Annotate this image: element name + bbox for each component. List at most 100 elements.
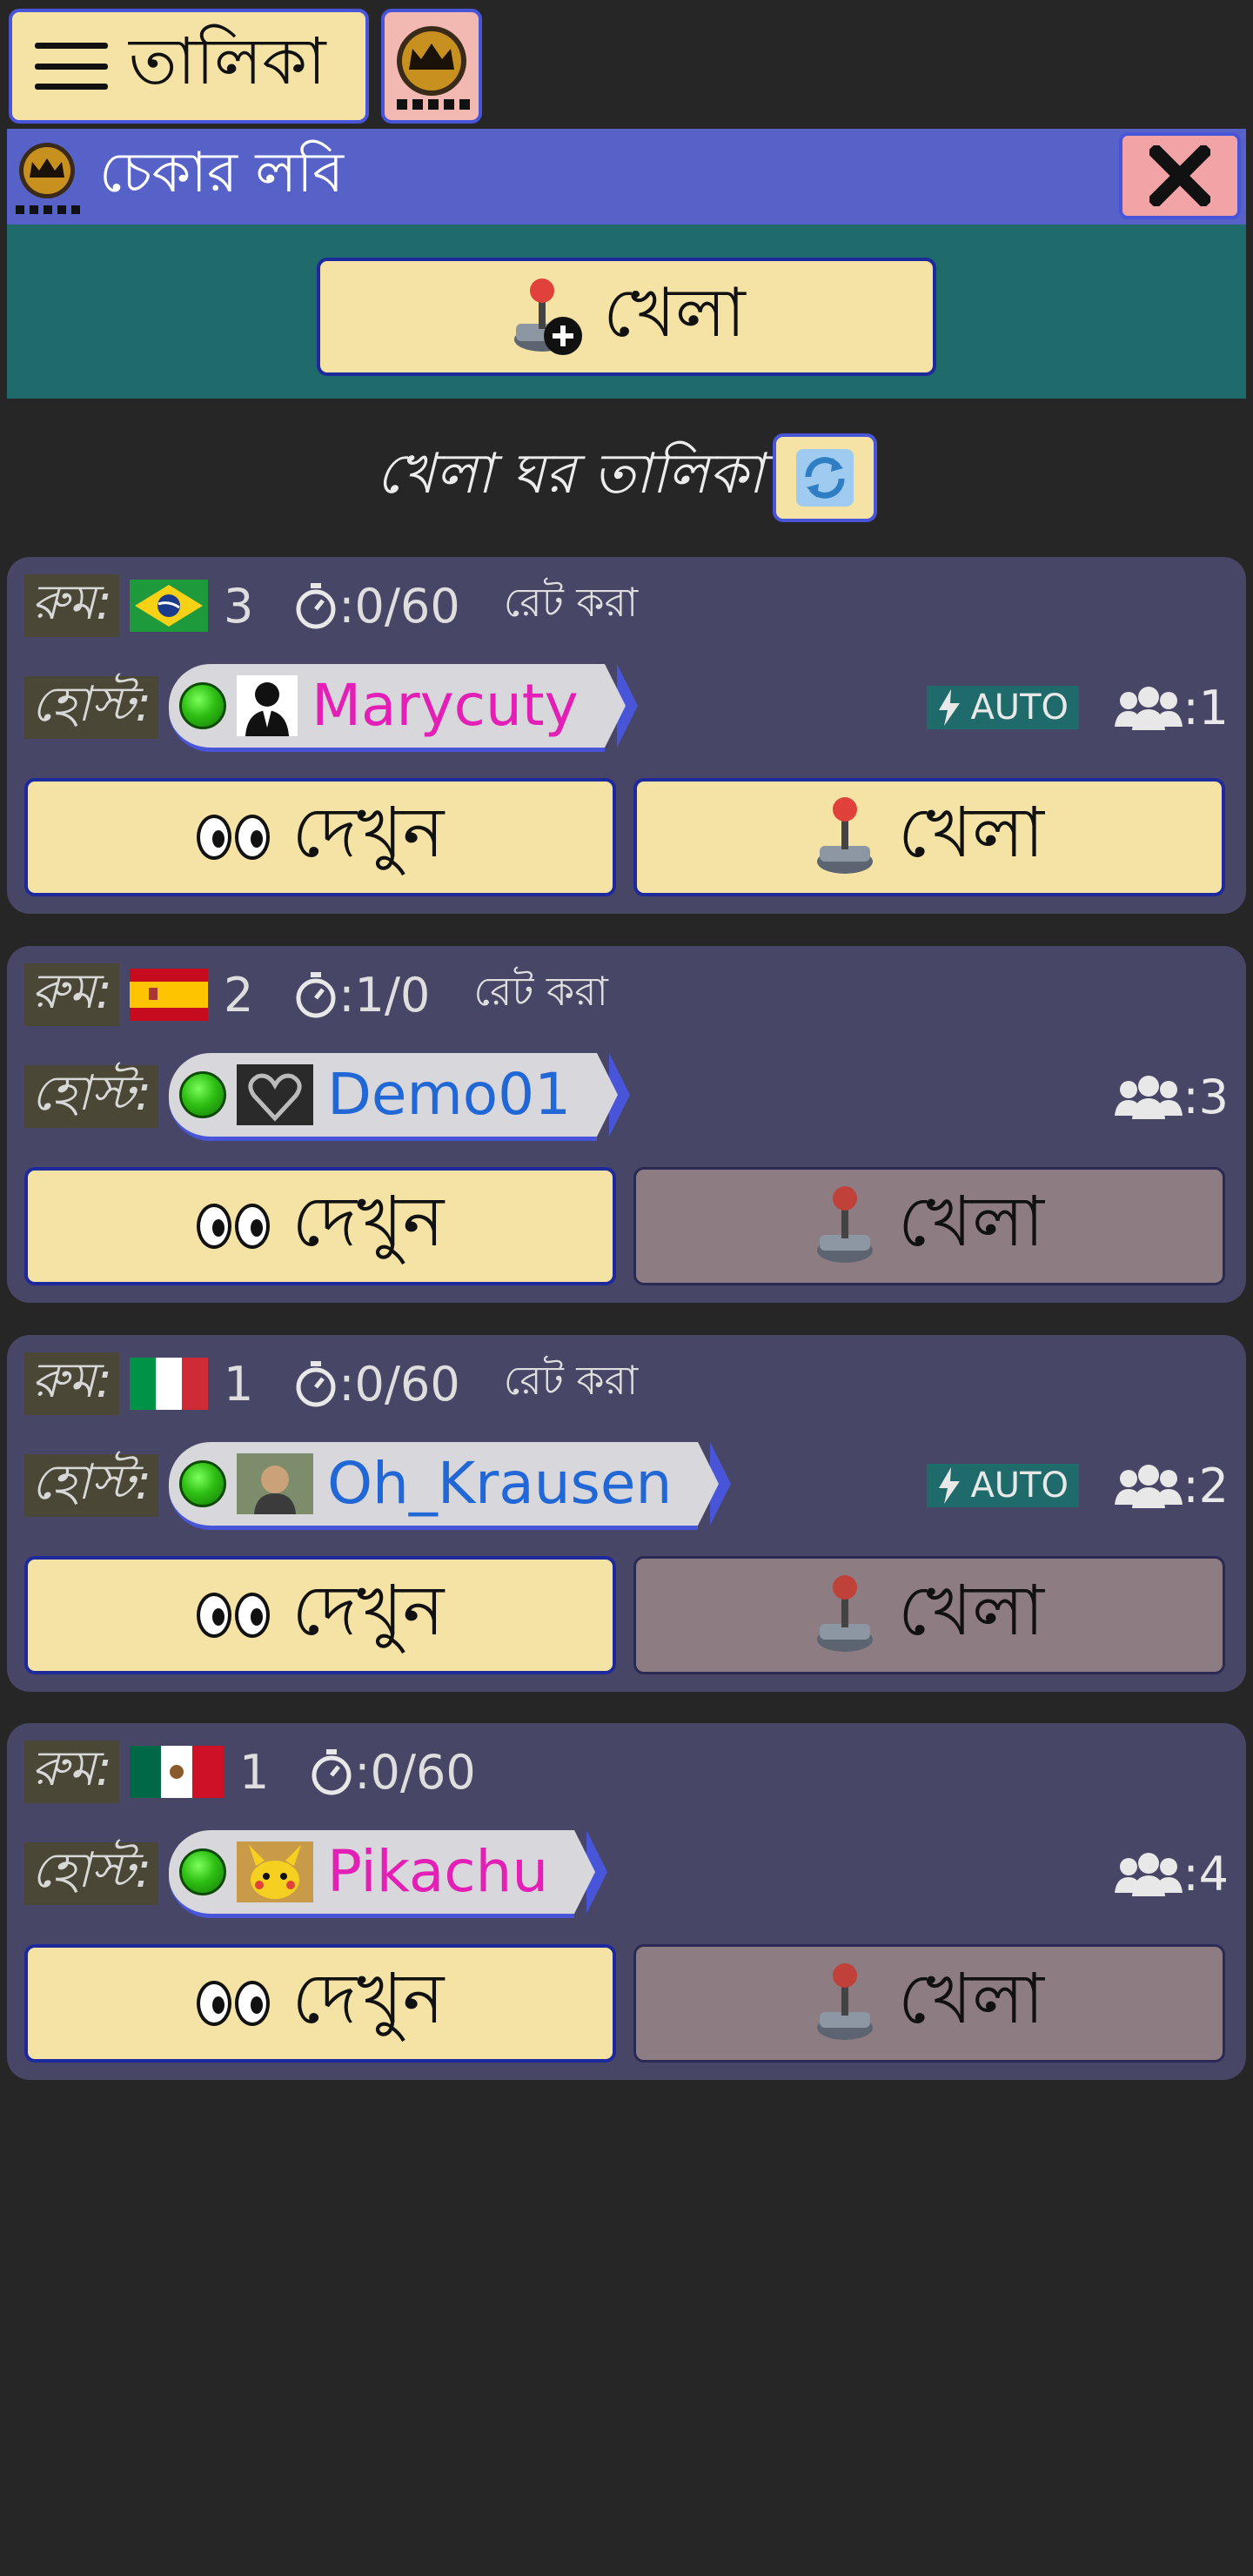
refresh-button[interactable]: [772, 433, 877, 522]
stopwatch-icon: [312, 1749, 352, 1795]
room-label: রুম:: [24, 574, 119, 637]
brazil-flag-icon: [129, 580, 208, 632]
auto-label: AUTO: [970, 688, 1069, 728]
lobby-icon-button[interactable]: [381, 9, 482, 124]
room-label: রুম:: [24, 963, 119, 1026]
play-button[interactable]: খেলা: [633, 778, 1225, 896]
host-label: হোস্ট:: [24, 676, 159, 739]
play-button[interactable]: খেলা: [633, 1167, 1225, 1285]
room-card: রুম: 2 :1/0 রেট করা হোস্ট: Demo01 :3 দেখ…: [7, 946, 1246, 1303]
users-icon: [1115, 686, 1183, 730]
host-pill[interactable]: Oh_Krausen: [169, 1441, 732, 1530]
player-count: :4: [1115, 1847, 1229, 1902]
users-icon: [1115, 1852, 1183, 1896]
room-number: 1: [238, 1744, 270, 1800]
player-count-value: :3: [1183, 1070, 1229, 1124]
eyes-icon: [196, 1981, 270, 2026]
host-name: Oh_Krausen: [327, 1450, 673, 1517]
lobby-header: চেকার লবি: [7, 129, 1246, 225]
host-name: Pikachu: [327, 1838, 549, 1905]
room-card: রুম: 1 :0/60 রেট করা হোস্ট: Oh_Krausen A…: [7, 1335, 1246, 1692]
watch-button[interactable]: দেখুন: [24, 1167, 616, 1285]
stopwatch-icon: [296, 972, 336, 1018]
room-list-title: খেলা ঘর তালিকা: [376, 441, 764, 506]
play-label: খেলা: [898, 1958, 1044, 2039]
host-name: Demo01: [327, 1061, 572, 1128]
time-control: :1/0: [338, 967, 431, 1023]
room-card: রুম: 3 :0/60 রেট করা হোস্ট: Marycuty AUT…: [7, 557, 1246, 914]
mexico-flag-icon: [129, 1746, 224, 1798]
watch-label: দেখুন: [291, 1958, 445, 2039]
avatar: [237, 1841, 314, 1902]
avatar: [237, 674, 298, 736]
play-label: খেলা: [898, 1181, 1044, 1262]
create-game-label: খেলা: [603, 274, 746, 352]
player-count: :1: [1115, 681, 1229, 735]
online-status-icon: [179, 1848, 227, 1895]
host-pill[interactable]: Marycuty: [169, 663, 638, 752]
room-label: রুম:: [24, 1741, 119, 1803]
host-label: হোস্ট:: [24, 1065, 159, 1128]
italy-flag-icon: [129, 1358, 208, 1410]
menu-button[interactable]: তালিকা: [9, 9, 369, 124]
play-label: খেলা: [898, 1570, 1044, 1651]
player-count-value: :2: [1183, 1459, 1229, 1513]
player-count-value: :4: [1183, 1847, 1229, 1902]
close-button[interactable]: [1119, 132, 1241, 219]
room-number: 3: [223, 578, 254, 634]
users-icon: [1115, 1075, 1183, 1119]
rated-label: রেট করা: [473, 968, 608, 1015]
time-control: :0/60: [354, 1744, 476, 1800]
online-status-icon: [179, 1070, 227, 1118]
lightning-icon: [939, 1467, 961, 1504]
auto-label: AUTO: [970, 1466, 1069, 1506]
close-icon: [1149, 145, 1210, 206]
joystick-icon: [817, 1575, 874, 1652]
hamburger-icon: [35, 43, 108, 90]
room-card: রুম: 1 :0/60 হোস্ট: Pikachu :4 দেখুন খেল…: [7, 1723, 1246, 2080]
host-label: হোস্ট:: [24, 1842, 159, 1905]
host-name: Marycuty: [312, 672, 579, 739]
lobby-title: চেকার লবি: [99, 140, 345, 205]
play-button[interactable]: খেলা: [633, 1556, 1225, 1674]
room-number: 2: [223, 967, 254, 1023]
host-pill[interactable]: Demo01: [169, 1052, 631, 1141]
spain-flag-icon: [129, 969, 208, 1021]
play-button[interactable]: খেলা: [633, 1944, 1225, 2063]
joystick-plus-icon: [514, 278, 583, 355]
joystick-icon: [817, 1186, 874, 1263]
player-count: :3: [1115, 1070, 1229, 1124]
host-pill[interactable]: Pikachu: [169, 1829, 608, 1918]
online-status-icon: [179, 1459, 227, 1507]
host-label: হোস্ট:: [24, 1454, 159, 1517]
create-game-button[interactable]: খেলা: [317, 258, 936, 376]
create-game-area: খেলা: [7, 225, 1246, 399]
time-control: :0/60: [338, 1356, 460, 1412]
watch-label: দেখুন: [291, 1570, 445, 1651]
eyes-icon: [196, 1204, 270, 1249]
room-list-title-row: খেলা ঘর তালিকা: [0, 432, 1253, 524]
avatar: [237, 1452, 314, 1514]
auto-badge: AUTO: [927, 686, 1079, 729]
watch-label: দেখুন: [291, 792, 445, 873]
watch-button[interactable]: দেখুন: [24, 1944, 616, 2063]
player-count-value: :1: [1183, 681, 1229, 735]
rated-label: রেট করা: [503, 579, 639, 626]
watch-button[interactable]: দেখুন: [24, 1556, 616, 1674]
room-label: রুম:: [24, 1352, 119, 1415]
play-label: খেলা: [898, 792, 1044, 873]
auto-badge: AUTO: [927, 1464, 1079, 1507]
online-status-icon: [179, 681, 227, 729]
stopwatch-icon: [296, 583, 336, 629]
eyes-icon: [196, 815, 270, 860]
menu-label: তালিকা: [129, 23, 326, 99]
watch-button[interactable]: দেখুন: [24, 778, 616, 896]
joystick-icon: [817, 797, 874, 874]
watch-label: দেখুন: [291, 1181, 445, 1262]
refresh-icon: [795, 449, 854, 506]
checkers-crown-icon: [397, 26, 470, 110]
time-control: :0/60: [338, 578, 460, 634]
room-number: 1: [223, 1356, 254, 1412]
joystick-icon: [817, 1963, 874, 2040]
users-icon: [1115, 1464, 1183, 1508]
